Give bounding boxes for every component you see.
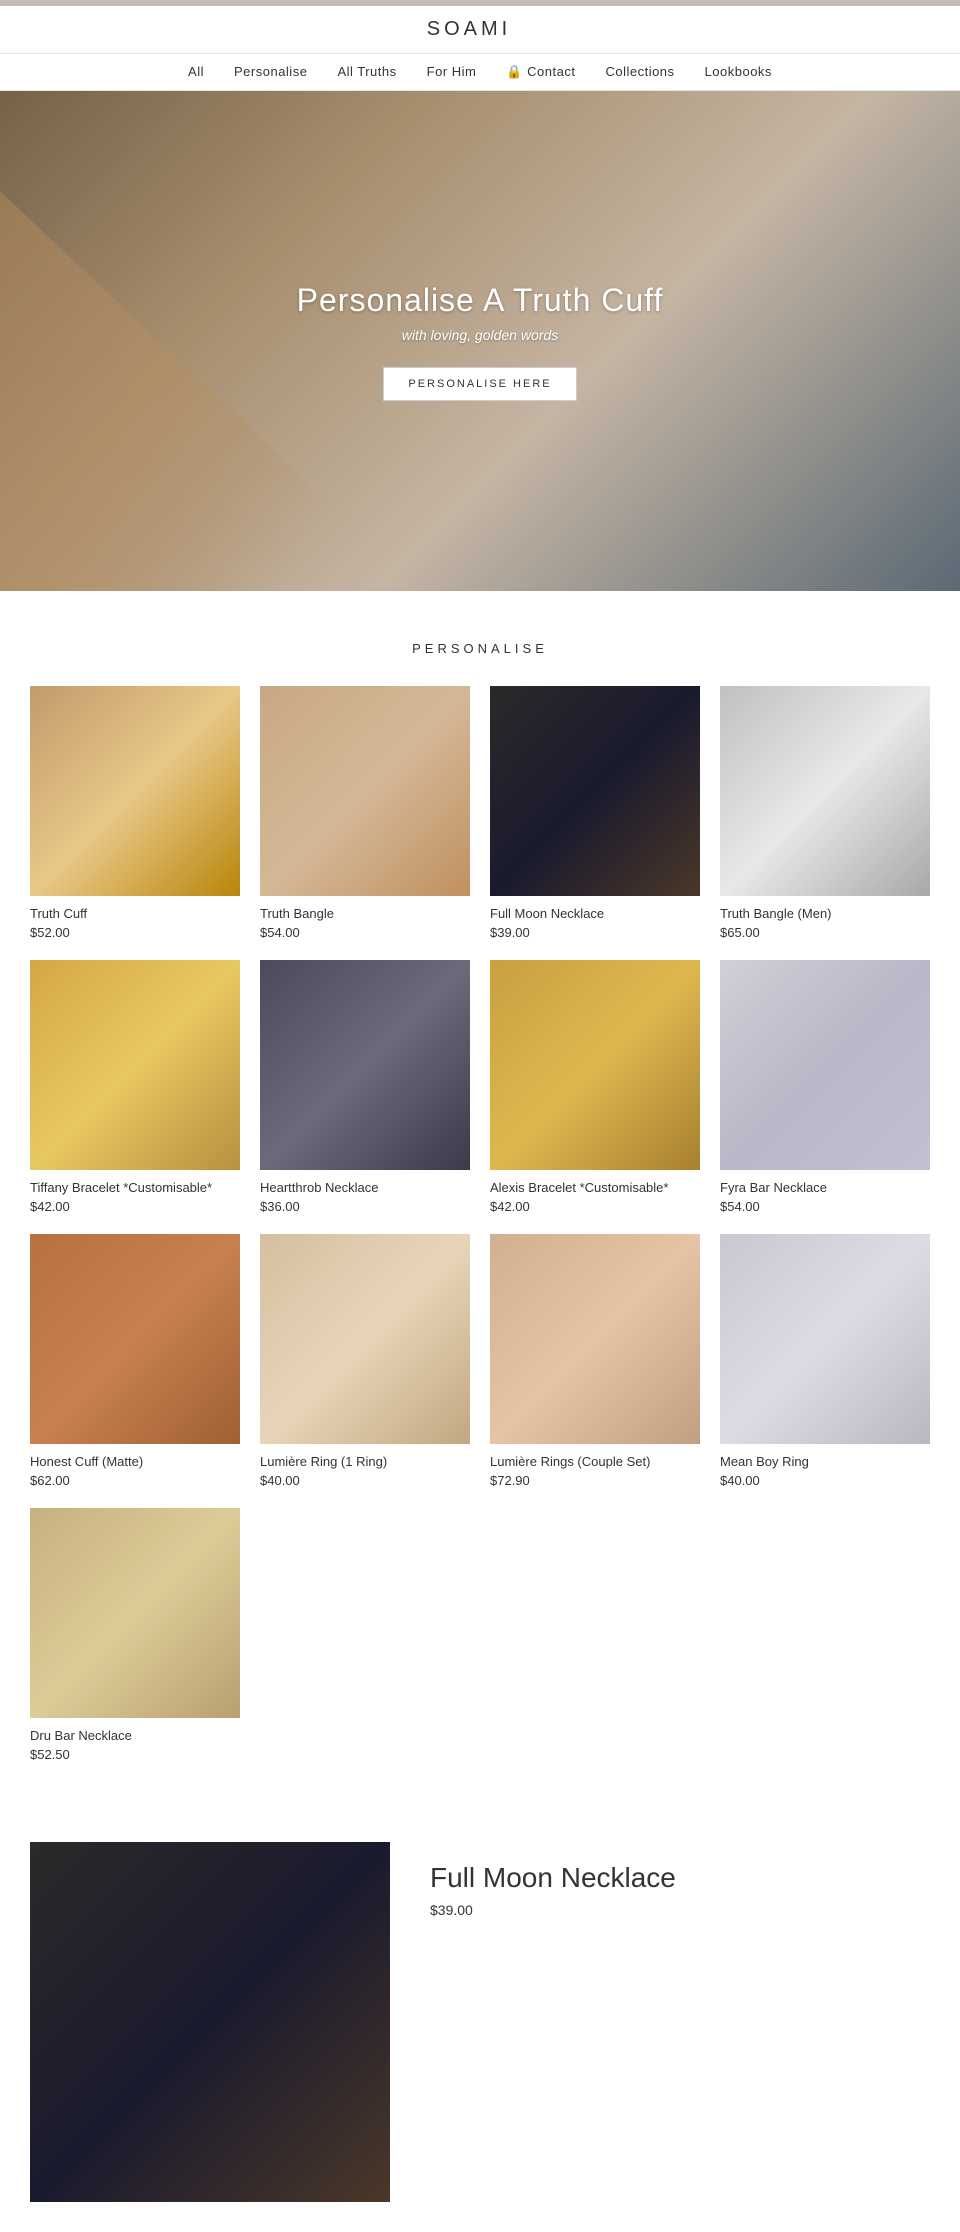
product-image-inner	[720, 686, 930, 896]
product-image-inner	[260, 960, 470, 1170]
product-image	[490, 686, 700, 896]
login-button[interactable]	[900, 18, 908, 41]
product-image-inner	[260, 686, 470, 896]
spotlight-image	[30, 1842, 390, 2202]
site-logo: SOAMI	[427, 18, 511, 40]
product-item[interactable]: Truth Bangle (Men) $65.00	[720, 686, 930, 940]
product-image-inner	[720, 960, 930, 1170]
product-name: Fyra Bar Necklace	[720, 1180, 930, 1195]
spotlight-info: Full Moon Necklace $39.00	[430, 1842, 676, 1918]
product-image-inner	[490, 960, 700, 1170]
product-price: $40.00	[720, 1473, 930, 1488]
product-name: Alexis Bracelet *Customisable*	[490, 1180, 700, 1195]
product-item[interactable]: Heartthrob Necklace $36.00	[260, 960, 470, 1214]
product-image	[490, 1234, 700, 1444]
nav-collections[interactable]: Collections	[605, 64, 674, 80]
product-price: $65.00	[720, 925, 930, 940]
product-image	[720, 686, 930, 896]
nav-all-truths[interactable]: All Truths	[337, 64, 396, 80]
spotlight-title: Full Moon Necklace	[430, 1862, 676, 1894]
product-price: $62.00	[30, 1473, 240, 1488]
product-name: Truth Cuff	[30, 906, 240, 921]
product-price: $40.00	[260, 1473, 470, 1488]
product-image	[30, 1508, 240, 1718]
product-item[interactable]: Lumière Ring (1 Ring) $40.00	[260, 1234, 470, 1488]
product-image-inner	[260, 1234, 470, 1444]
product-image-inner	[490, 686, 700, 896]
product-price: $54.00	[260, 925, 470, 940]
product-item[interactable]: Lumière Rings (Couple Set) $72.90	[490, 1234, 700, 1488]
product-name: Truth Bangle (Men)	[720, 906, 930, 921]
product-image	[720, 1234, 930, 1444]
nav-lookbooks[interactable]: Lookbooks	[705, 64, 772, 80]
product-item[interactable]: Truth Bangle $54.00	[260, 686, 470, 940]
spotlight-section: Full Moon Necklace $39.00	[0, 1812, 960, 2232]
nav-personalise[interactable]: Personalise	[234, 64, 307, 80]
hero-content: Personalise A Truth Cuff with loving, go…	[297, 282, 664, 401]
personalise-section: PERSONALISE Truth Cuff $52.00 Truth Bangle…	[0, 591, 960, 1812]
product-item[interactable]: Dru Bar Necklace $52.50	[30, 1508, 240, 1762]
product-image	[260, 1234, 470, 1444]
product-name: Lumière Rings (Couple Set)	[490, 1454, 700, 1469]
product-image	[30, 686, 240, 896]
product-name: Lumière Ring (1 Ring)	[260, 1454, 470, 1469]
product-image-inner	[30, 1508, 240, 1718]
hero-subtitle: with loving, golden words	[297, 327, 664, 343]
product-name: Full Moon Necklace	[490, 906, 700, 921]
hero-section: Personalise A Truth Cuff with loving, go…	[0, 91, 960, 591]
product-name: Tiffany Bracelet *Customisable*	[30, 1180, 240, 1195]
header-right	[900, 18, 930, 41]
product-item[interactable]: Alexis Bracelet *Customisable* $42.00	[490, 960, 700, 1214]
personalise-title: PERSONALISE	[30, 641, 930, 656]
product-price: $52.50	[30, 1747, 240, 1762]
product-image-inner	[720, 1234, 930, 1444]
product-name: Truth Bangle	[260, 906, 470, 921]
product-price: $52.00	[30, 925, 240, 940]
product-image-inner	[30, 1234, 240, 1444]
product-name: Honest Cuff (Matte)	[30, 1454, 240, 1469]
nav-contact[interactable]: 🔒 Contact	[506, 64, 575, 80]
product-item[interactable]: Fyra Bar Necklace $54.00	[720, 960, 930, 1214]
product-grid: Truth Cuff $52.00 Truth Bangle $54.00 Full M…	[30, 686, 930, 1762]
product-price: $39.00	[490, 925, 700, 940]
nav-for-him[interactable]: For Him	[427, 64, 477, 80]
product-item[interactable]: Honest Cuff (Matte) $62.00	[30, 1234, 240, 1488]
search-button[interactable]	[30, 18, 38, 41]
header-left	[30, 18, 38, 41]
product-image	[720, 960, 930, 1170]
product-price: $54.00	[720, 1199, 930, 1214]
product-name: Mean Boy Ring	[720, 1454, 930, 1469]
product-image-inner	[30, 960, 240, 1170]
hero-title: Personalise A Truth Cuff	[297, 282, 664, 319]
product-price: $36.00	[260, 1199, 470, 1214]
product-image	[490, 960, 700, 1170]
main-nav: All Personalise All Truths For Him 🔒 Con…	[0, 54, 960, 91]
product-image	[260, 686, 470, 896]
product-image	[30, 1234, 240, 1444]
product-item[interactable]: Mean Boy Ring $40.00	[720, 1234, 930, 1488]
product-image	[260, 960, 470, 1170]
product-item[interactable]: Truth Cuff $52.00	[30, 686, 240, 940]
product-image-inner	[30, 686, 240, 896]
product-price: $72.90	[490, 1473, 700, 1488]
cart-button[interactable]	[922, 18, 930, 41]
product-image	[30, 960, 240, 1170]
product-item[interactable]: Tiffany Bracelet *Customisable* $42.00	[30, 960, 240, 1214]
hero-cta-button[interactable]: PERSONALISE HERE	[383, 367, 576, 401]
product-name: Heartthrob Necklace	[260, 1180, 470, 1195]
nav-all[interactable]: All	[188, 64, 204, 80]
header: SOAMI	[0, 6, 960, 54]
product-item[interactable]: Full Moon Necklace $39.00	[490, 686, 700, 940]
product-name: Dru Bar Necklace	[30, 1728, 240, 1743]
product-image-inner	[490, 1234, 700, 1444]
product-price: $42.00	[30, 1199, 240, 1214]
header-center: SOAMI	[38, 18, 900, 41]
product-price: $42.00	[490, 1199, 700, 1214]
spotlight-price: $39.00	[430, 1902, 676, 1918]
